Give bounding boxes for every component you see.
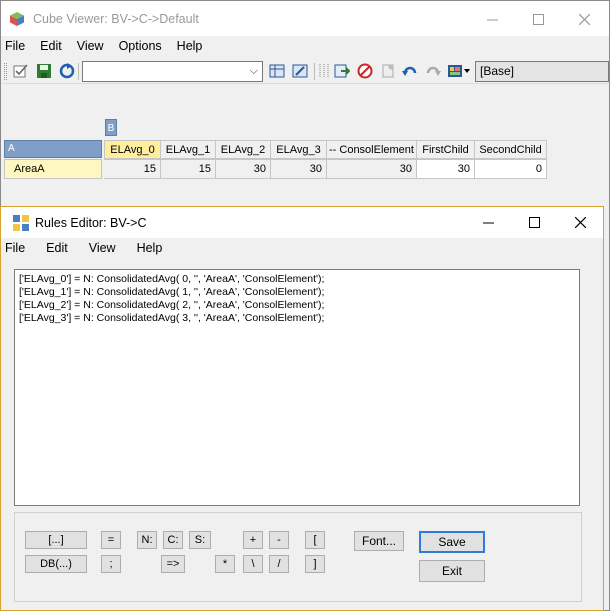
export-icon[interactable] [334,63,350,79]
insert-semicolon-button[interactable]: ; [101,555,121,573]
maximize-icon [532,14,544,25]
row-dimension-tag[interactable]: A [4,140,102,158]
maximize-icon [528,217,540,228]
column-header[interactable]: ELAvg_2 [216,140,271,159]
rule-line: ['ELAvg_2'] = N: ConsolidatedAvg( 2, '',… [19,299,325,311]
undo-icon[interactable] [402,63,418,79]
data-cell[interactable]: 30 [327,159,417,179]
menu-help[interactable]: Help [133,241,170,255]
sandbox-icon[interactable] [380,63,396,79]
save-button[interactable]: Save [419,531,485,553]
color-picker-icon[interactable] [447,63,471,79]
insert-open-bracket-button[interactable]: [ [305,531,325,549]
minimize-button[interactable] [465,207,511,238]
data-cell[interactable]: 30 [271,159,327,179]
cube-viewer-toolbar: ⌵ [Base] [1,58,609,84]
rule-line: ['ELAvg_1'] = N: ConsolidatedAvg( 1, '',… [19,286,325,298]
data-cell[interactable]: 15 [161,159,216,179]
cube-viewer-title: Cube Viewer: BV->C->Default [33,12,199,26]
insert-bracket-ellipsis-button[interactable]: [...] [25,531,87,549]
rules-editor-menubar: File Edit View Help [1,238,603,258]
cube-viewer-menubar: File Edit View Options Help [1,36,609,56]
rules-editor-title: Rules Editor: BV->C [35,216,147,230]
refresh-icon[interactable] [59,63,75,79]
insert-equals-button[interactable]: = [101,531,121,549]
insert-c-button[interactable]: C: [163,531,183,549]
close-icon [578,14,590,25]
maximize-button[interactable] [515,1,561,38]
close-icon [574,217,586,228]
rule-line: ['ELAvg_3'] = N: ConsolidatedAvg( 3, '',… [19,312,325,324]
column-dimension-tag[interactable]: B [105,119,117,136]
menu-help[interactable]: Help [173,39,210,53]
rules-button-panel: [...] DB(...) = ; N: C: S: => + - * \ / … [14,512,582,602]
insert-backslash-button[interactable]: \ [243,555,263,573]
toolbar-separator [78,63,79,80]
insert-arrow-button[interactable]: => [161,555,185,573]
menu-file[interactable]: File [1,39,32,53]
row-header[interactable]: AreaA [4,159,102,179]
column-header[interactable]: ELAvg_0 [104,140,161,159]
data-cell[interactable]: 0 [475,159,547,179]
column-dots-icon [319,64,329,78]
insert-slash-button[interactable]: / [269,555,289,573]
column-header[interactable]: FirstChild [417,140,475,159]
data-cell[interactable]: 30 [216,159,271,179]
rules-editor-window: Rules Editor: BV->C File Edit View Help … [0,206,604,611]
rule-line: ['ELAvg_0'] = N: ConsolidatedAvg( 0, '',… [19,273,325,285]
rules-editor-icon [13,215,29,231]
chevron-down-icon: ⌵ [249,65,258,77]
close-button[interactable] [561,1,607,38]
exit-button[interactable]: Exit [419,560,485,582]
save-icon[interactable] [36,63,52,79]
data-cell[interactable]: 30 [417,159,475,179]
no-entry-icon[interactable] [357,63,373,79]
insert-minus-button[interactable]: - [269,531,289,549]
minimize-icon [486,19,498,21]
redo-icon[interactable] [425,63,441,79]
subset-select[interactable]: [Base] [475,61,609,82]
minimize-button[interactable] [469,1,515,38]
recalc-icon[interactable] [269,63,285,79]
column-header[interactable]: -- ConsolElement [327,140,417,159]
checkbox-icon[interactable] [13,63,29,79]
subset-select-value: [Base] [480,64,515,78]
menu-options[interactable]: Options [115,39,169,53]
insert-plus-button[interactable]: + [243,531,263,549]
format-icon[interactable] [292,63,308,79]
toolbar-grip[interactable] [4,63,7,80]
menu-view[interactable]: View [73,39,111,53]
maximize-button[interactable] [511,207,557,238]
insert-close-bracket-button[interactable]: ] [305,555,325,573]
rules-textarea[interactable]: ['ELAvg_0'] = N: ConsolidatedAvg( 0, '',… [14,269,580,506]
column-header[interactable]: ELAvg_3 [271,140,327,159]
view-select[interactable]: ⌵ [82,61,263,82]
insert-s-button[interactable]: S: [189,531,211,549]
insert-multiply-button[interactable]: * [215,555,235,573]
data-cell[interactable]: 15 [104,159,161,179]
menu-view[interactable]: View [85,241,123,255]
insert-n-button[interactable]: N: [137,531,157,549]
cube-viewer-titlebar: Cube Viewer: BV->C->Default [1,1,609,38]
cube-icon [10,12,24,26]
insert-db-button[interactable]: DB(...) [25,555,87,573]
toolbar-separator [314,63,315,80]
font-button[interactable]: Font... [354,531,404,551]
menu-file[interactable]: File [1,241,32,255]
close-button[interactable] [557,207,603,238]
rules-editor-titlebar: Rules Editor: BV->C [1,207,603,238]
minimize-icon [482,222,494,224]
column-header[interactable]: ELAvg_1 [161,140,216,159]
column-header[interactable]: SecondChild [475,140,547,159]
menu-edit[interactable]: Edit [42,241,75,255]
menu-edit[interactable]: Edit [36,39,69,53]
